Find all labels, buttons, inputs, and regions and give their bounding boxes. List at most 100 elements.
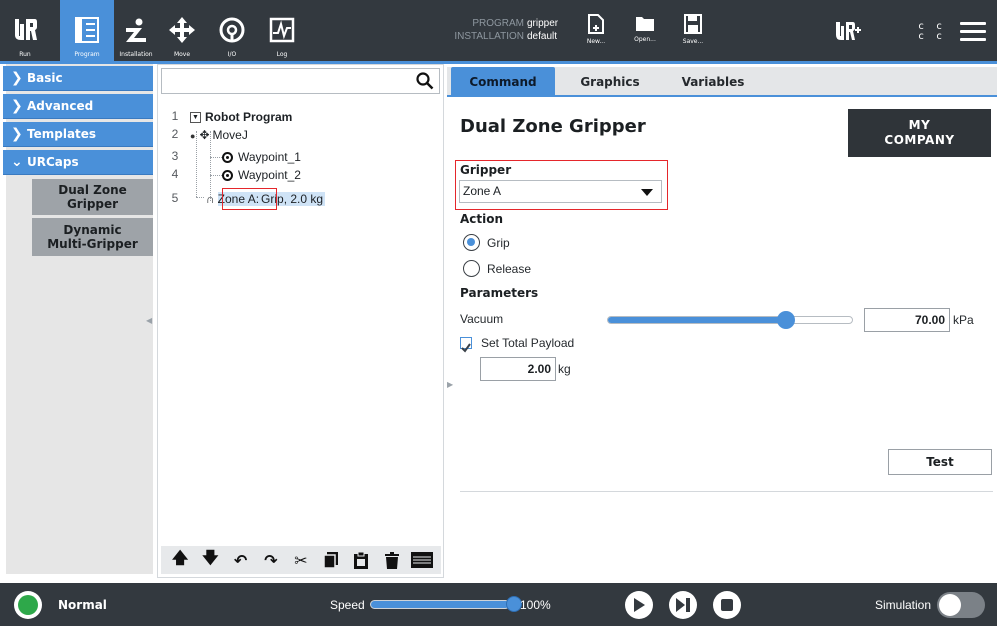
action-grip-radio[interactable] — [463, 234, 480, 251]
chevron-right-icon: ❯ — [11, 70, 23, 86]
save-button[interactable]: Save... — [673, 14, 713, 60]
redo-icon[interactable]: ↷ — [260, 549, 282, 571]
tree-line-number: 2 — [171, 127, 179, 141]
move-up-icon[interactable]: 🡅 — [169, 548, 191, 571]
hamburger-menu-icon[interactable] — [960, 22, 986, 42]
vacuum-slider[interactable] — [607, 311, 853, 329]
tab-graphics[interactable]: Graphics — [565, 67, 655, 97]
stop-button[interactable] — [713, 591, 741, 619]
sidebar-item-dual-zone-gripper[interactable]: Dual Zone Gripper — [32, 179, 153, 215]
chevron-right-icon: ❯ — [11, 98, 23, 114]
sidebar-item-label: Dynamic Multi-Gripper — [47, 223, 138, 251]
tree-node-waypoint-2[interactable]: Waypoint_2 — [222, 167, 301, 183]
speed-slider[interactable] — [370, 600, 510, 609]
tree-line-number: 3 — [171, 149, 179, 163]
sidebar-category-urcaps[interactable]: ⌄ URCaps — [3, 150, 153, 175]
suppress-icon[interactable] — [410, 549, 433, 571]
payload-unit: kg — [558, 362, 571, 376]
vacuum-slider-fill — [608, 317, 787, 323]
sidebar-category-label: Basic — [27, 71, 63, 85]
robot-status-indicator[interactable] — [14, 591, 42, 619]
program-label: PROGRAM — [472, 18, 524, 29]
collapse-pin-icon[interactable]: ● — [190, 131, 195, 141]
io-icon — [217, 15, 247, 45]
nav-log[interactable]: Log — [260, 0, 304, 61]
tree-search-input[interactable] — [161, 68, 440, 94]
installation-name: default — [527, 31, 558, 42]
action-release-label: Release — [487, 262, 532, 276]
tree-node-waypoint-1[interactable]: Waypoint_1 — [222, 149, 301, 165]
paste-icon[interactable] — [350, 549, 372, 571]
sidebar-category-label: Advanced — [27, 99, 94, 113]
zone-highlight-box — [222, 188, 277, 210]
waypoint-icon — [222, 170, 233, 182]
tab-variables[interactable]: Variables — [667, 67, 759, 97]
test-button[interactable]: Test — [888, 449, 992, 475]
tree-node-movej[interactable]: ● ✥ MoveJ — [190, 127, 248, 143]
cut-icon[interactable]: ✂ — [290, 549, 312, 571]
ur-logo-icon — [10, 15, 40, 45]
vacuum-label: Vacuum — [460, 312, 504, 326]
save-icon — [684, 14, 702, 34]
vacuum-input[interactable]: 70.00 — [864, 308, 950, 332]
sidebar-category-templates[interactable]: ❯ Templates — [3, 122, 153, 147]
new-button[interactable]: New... — [576, 14, 616, 60]
sidebar-collapse-handle[interactable]: ◀ — [146, 316, 156, 328]
panel-collapse-handle[interactable]: ▶ — [447, 380, 453, 389]
tree-line-number: 4 — [171, 167, 179, 181]
cc-status-icon[interactable]: c c c c — [918, 22, 945, 42]
expand-toggle-icon[interactable]: ▼ — [190, 112, 201, 124]
undo-icon[interactable]: ↶ — [230, 549, 252, 571]
sidebar-category-advanced[interactable]: ❯ Advanced — [3, 94, 153, 119]
action-label: Action — [460, 212, 504, 226]
simulation-toggle[interactable] — [937, 592, 985, 618]
sidebar-category-label: Templates — [27, 127, 97, 141]
play-button[interactable] — [625, 591, 653, 619]
nav-run-label: Run — [19, 51, 31, 58]
dropdown-caret-icon — [641, 189, 653, 196]
tree-node-robot-program[interactable]: ▼ Robot Program — [190, 109, 292, 125]
action-release-radio[interactable] — [463, 260, 480, 277]
gripper-label: Gripper — [460, 163, 512, 177]
program-name: gripper — [527, 18, 559, 29]
company-logo: MY COMPANY — [848, 109, 991, 157]
logo-line-2: COMPANY — [884, 133, 955, 147]
tab-bar: Command Graphics Variables — [447, 67, 997, 97]
delete-icon[interactable] — [381, 549, 403, 571]
step-button[interactable] — [669, 591, 697, 619]
move-down-icon[interactable]: 🡇 — [199, 548, 221, 571]
log-icon — [267, 15, 297, 45]
nav-program[interactable]: Program — [60, 0, 114, 61]
sidebar-category-basic[interactable]: ❯ Basic — [3, 66, 153, 91]
tree-connector — [196, 197, 204, 198]
open-button[interactable]: Open... — [625, 14, 665, 60]
new-button-label: New... — [586, 38, 606, 45]
search-icon[interactable] — [416, 72, 434, 90]
sidebar-item-dynamic-multi-gripper[interactable]: Dynamic Multi-Gripper — [32, 218, 153, 256]
tree-node-label: MoveJ — [212, 128, 248, 142]
vacuum-slider-knob[interactable] — [777, 311, 796, 329]
payload-checkbox[interactable] — [460, 337, 472, 353]
tree-node-label: Robot Program — [205, 110, 293, 124]
copy-icon[interactable] — [320, 549, 342, 571]
top-bar: Run Program Installation Move I/O Log PR… — [0, 0, 997, 64]
node-config-panel: Command Graphics Variables ▶ Dual Zone G… — [447, 64, 997, 578]
chevron-right-icon: ❯ — [11, 126, 23, 142]
tab-command[interactable]: Command — [451, 67, 555, 97]
nav-installation[interactable]: Installation — [114, 0, 158, 61]
nav-program-label: Program — [74, 51, 100, 58]
payload-input[interactable]: 2.00 — [480, 357, 556, 381]
gripper-select[interactable]: Zone A — [459, 180, 662, 203]
chevron-down-icon: ⌄ — [11, 154, 23, 170]
nav-io[interactable]: I/O — [210, 0, 254, 61]
program-info-values: gripper default — [527, 17, 558, 43]
tree-node-label: Waypoint_1 — [238, 150, 301, 164]
step-icon — [676, 598, 690, 612]
move-icon: ✥ — [199, 128, 210, 142]
nav-run[interactable]: Run — [2, 0, 48, 61]
action-grip-label: Grip — [487, 236, 510, 250]
ur-plus-icon[interactable] — [834, 20, 862, 46]
sidebar-item-label: Dual Zone Gripper — [58, 183, 127, 211]
nav-move[interactable]: Move — [160, 0, 204, 61]
vacuum-unit: kPa — [953, 313, 974, 327]
